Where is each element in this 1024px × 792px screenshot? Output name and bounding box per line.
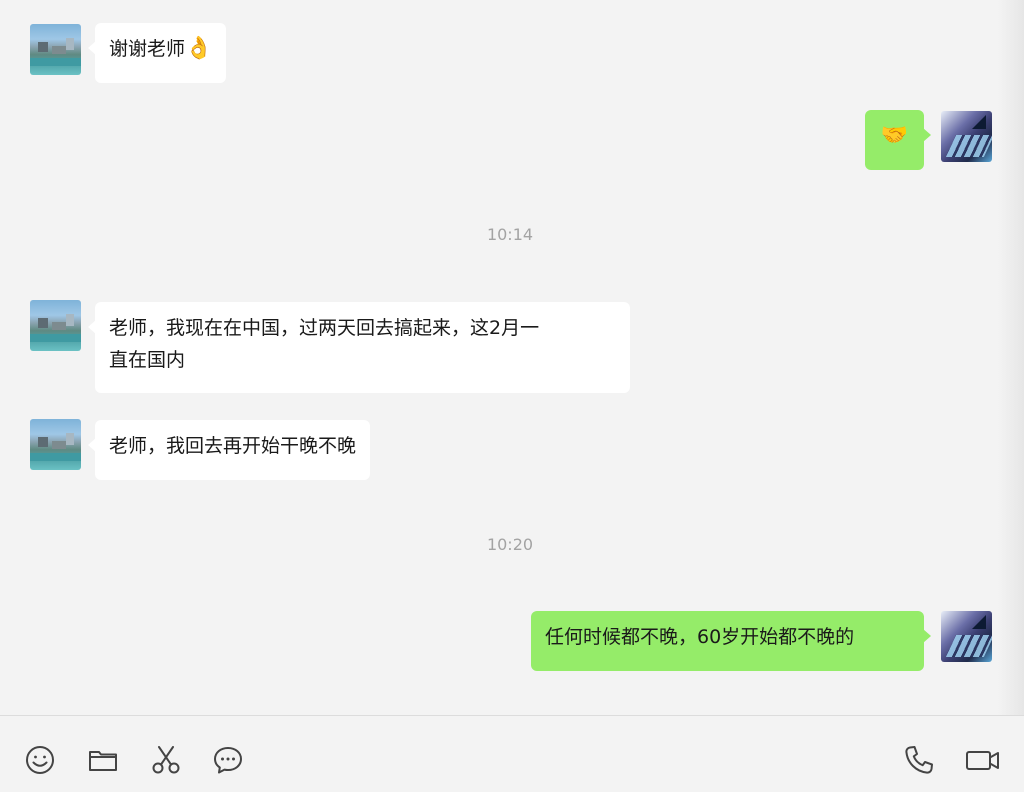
contact-avatar[interactable] — [30, 300, 81, 351]
message-bubble-incoming[interactable]: 谢谢老师👌 — [87, 23, 227, 83]
user-avatar[interactable] — [941, 611, 992, 662]
message-list[interactable]: 谢谢老师👌 🤝 10:14 老师，我现在在中国，过两天回去搞起来，这2月一 直在… — [0, 0, 1024, 715]
ok-hand-emoji: 👌 — [185, 36, 213, 61]
message-text: 老师，我回去再开始干晚不晚 — [109, 435, 357, 457]
phone-icon[interactable] — [902, 743, 936, 777]
handshake-emoji: 🤝 — [880, 123, 909, 148]
message-bubble-incoming[interactable]: 老师，我回去再开始干晚不晚 — [87, 420, 371, 480]
message-text: 谢谢老师 — [109, 38, 186, 60]
video-camera-icon[interactable] — [964, 743, 1002, 777]
contact-avatar[interactable] — [30, 419, 81, 470]
folder-icon[interactable] — [86, 743, 120, 777]
chat-window: 谢谢老师👌 🤝 10:14 老师，我现在在中国，过两天回去搞起来，这2月一 直在… — [0, 0, 1024, 792]
message-text-line: 老师，我现在在中国，过两天回去搞起来，这2月一 — [109, 317, 540, 339]
contact-avatar[interactable] — [30, 24, 81, 75]
timestamp: 10:20 — [486, 535, 534, 554]
input-toolbar — [0, 715, 1024, 792]
emoji-icon[interactable] — [23, 743, 57, 777]
scissors-icon[interactable] — [149, 743, 183, 777]
message-bubble-outgoing[interactable]: 任何时候都不晚，60岁开始都不晚的 — [531, 611, 931, 671]
user-avatar[interactable] — [941, 111, 992, 162]
timestamp: 10:14 — [486, 225, 534, 244]
chat-bubble-icon[interactable] — [211, 743, 245, 777]
message-text: 任何时候都不晚，60岁开始都不晚的 — [545, 626, 855, 648]
message-bubble-incoming[interactable]: 老师，我现在在中国，过两天回去搞起来，这2月一 直在国内 — [88, 302, 630, 393]
message-text-line: 直在国内 — [109, 349, 186, 371]
message-bubble-outgoing[interactable]: 🤝 — [865, 110, 931, 170]
